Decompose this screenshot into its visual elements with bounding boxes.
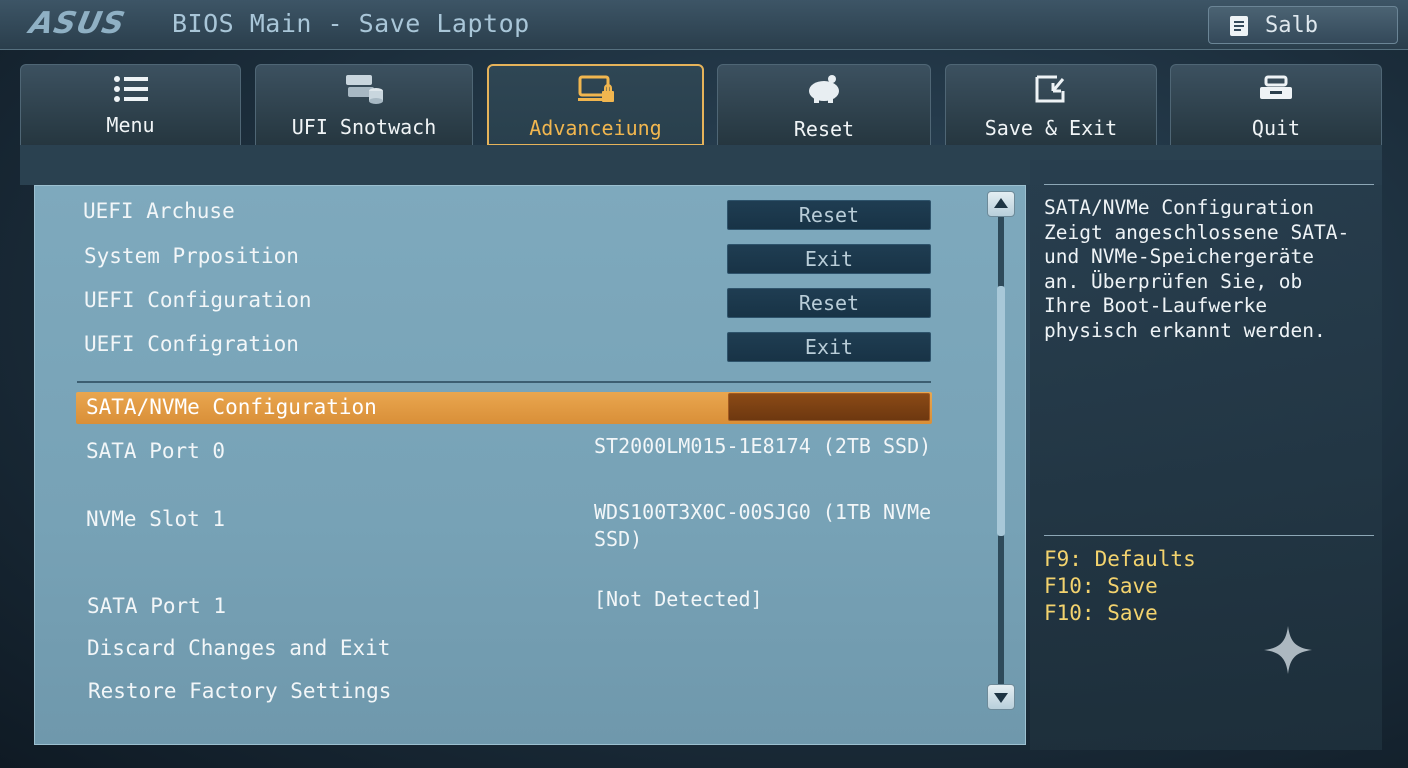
selected-row[interactable]: SATA/NVMe Configuration bbox=[76, 392, 932, 424]
menu-item-uefi-configuration[interactable]: UEFI Configuration bbox=[84, 288, 312, 312]
menu-item-uefi-configration[interactable]: UEFI Configration bbox=[84, 332, 299, 356]
sata-port-0-value: ST2000LM015-1E8174 (2TB SSD) bbox=[594, 434, 932, 458]
scroll-up-button[interactable] bbox=[987, 191, 1015, 217]
tab-quit[interactable]: Quit bbox=[1170, 64, 1382, 146]
user-label: Salb bbox=[1265, 13, 1318, 38]
sata-port-1-value: [Not Detected] bbox=[594, 587, 763, 611]
piggy-bank-icon bbox=[809, 75, 839, 103]
section-divider bbox=[77, 381, 931, 383]
menu-item-system-prposition[interactable]: System Prposition bbox=[84, 244, 299, 268]
tab-menu-label: Menu bbox=[106, 113, 155, 137]
reset-button[interactable]: Reset bbox=[727, 288, 931, 318]
key-hint-save: F10: Save bbox=[1044, 601, 1158, 625]
sparkle-icon bbox=[1264, 626, 1312, 674]
selected-row-button[interactable] bbox=[728, 393, 930, 421]
scrollbar-thumb[interactable] bbox=[997, 286, 1005, 536]
title-bar: ASUS BIOS Main - Save Laptop Salb bbox=[0, 0, 1408, 50]
nvme-slot-1-label: NVMe Slot 1 bbox=[86, 507, 226, 531]
restore-factory-settings[interactable]: Restore Factory Settings bbox=[88, 679, 391, 703]
sata-port-1-label: SATA Port 1 bbox=[87, 594, 227, 618]
help-panel: SATA/NVMe Configuration Zeigt angeschlos… bbox=[1030, 160, 1382, 750]
selected-row-label: SATA/NVMe Configuration bbox=[86, 395, 377, 419]
scroll-down-button[interactable] bbox=[987, 684, 1015, 710]
monitor-lock-icon bbox=[577, 75, 614, 102]
sata-port-0-label: SATA Port 0 bbox=[86, 439, 226, 463]
tab-menu[interactable]: Menu bbox=[20, 64, 241, 146]
exit-button[interactable]: Exit bbox=[727, 332, 931, 362]
list-icon bbox=[113, 76, 148, 102]
menu-item-uefi-archuse[interactable]: UEFI Archuse bbox=[83, 199, 235, 223]
help-divider-top bbox=[1044, 184, 1374, 185]
tab-ufi-snotwach[interactable]: UFI Snotwach bbox=[255, 64, 473, 146]
tray-icon bbox=[1260, 75, 1292, 99]
window-title: BIOS Main - Save Laptop bbox=[172, 9, 530, 38]
help-divider-mid bbox=[1044, 535, 1374, 536]
tab-reset[interactable]: Reset bbox=[717, 64, 931, 146]
nvme-slot-1-value: WDS100T3X0C-00SJG0 (1TB NVMe SSD) bbox=[594, 500, 932, 551]
key-hints: F9: Defaults F10: Save F10: Save bbox=[1044, 546, 1196, 627]
triangle-up-icon bbox=[994, 198, 1008, 208]
key-hint-save: F10: Save bbox=[1044, 574, 1158, 598]
tab-reset-label: Reset bbox=[793, 117, 855, 141]
key-hint-defaults: F9: Defaults bbox=[1044, 547, 1196, 571]
tab-save-exit-label: Save & Exit bbox=[984, 116, 1118, 140]
tab-ufi-snotwach-label: UFI Snotwach bbox=[291, 115, 437, 139]
user-button[interactable]: Salb bbox=[1208, 6, 1398, 44]
tab-quit-label: Quit bbox=[1251, 116, 1301, 140]
tab-save-exit[interactable]: Save & Exit bbox=[945, 64, 1157, 146]
triangle-down-icon bbox=[994, 693, 1008, 703]
database-icon bbox=[346, 75, 383, 104]
discard-changes-and-exit[interactable]: Discard Changes and Exit bbox=[87, 636, 390, 660]
exit-button[interactable]: Exit bbox=[727, 244, 931, 274]
save-exit-icon bbox=[1035, 75, 1065, 103]
tab-advanceiung-label: Advanceiung bbox=[529, 116, 662, 140]
document-icon bbox=[1230, 16, 1248, 36]
reset-button[interactable]: Reset bbox=[727, 200, 931, 230]
tab-advanceiung[interactable]: Advanceiung bbox=[487, 64, 704, 146]
asus-logo: ASUS bbox=[26, 6, 129, 41]
help-description: SATA/NVMe Configuration Zeigt angeschlos… bbox=[1044, 196, 1350, 342]
settings-panel: UEFI Archuse Reset System Prposition Exi… bbox=[34, 185, 1026, 745]
